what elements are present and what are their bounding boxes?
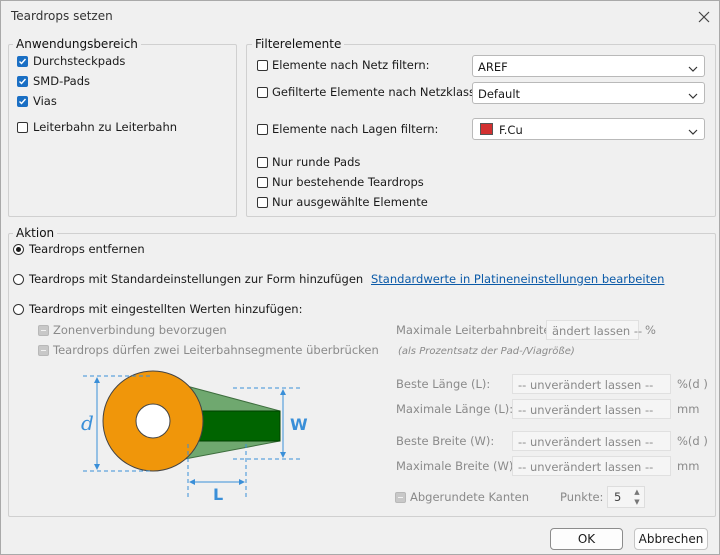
edit-board-defaults-link[interactable]: Standardwerte in Platineneinstellungen b…: [371, 272, 664, 286]
netclass-select-value: Default: [478, 87, 521, 101]
layer-select[interactable]: F.Cu: [472, 118, 705, 140]
scope-legend: Anwendungsbereich: [13, 37, 141, 51]
label-existing-teardrops: Nur bestehende Teardrops: [272, 175, 424, 189]
cancel-button[interactable]: Abbrechen: [634, 528, 708, 550]
action-legend: Aktion: [13, 226, 58, 240]
checkbox-filter-netclass[interactable]: [257, 87, 268, 98]
max-width-value: -- unverändert lassen --: [518, 460, 654, 474]
checkbox-vias[interactable]: [17, 96, 28, 107]
net-select[interactable]: AREF: [472, 55, 705, 77]
title-bar: Teardrops setzen: [1, 1, 719, 33]
checkbox-filter-layer[interactable]: [257, 124, 268, 135]
best-length-value: -- unverändert lassen --: [518, 378, 654, 392]
label-track-to-track: Leiterbahn zu Leiterbahn: [33, 120, 178, 134]
best-length-field[interactable]: -- unverändert lassen --: [512, 374, 671, 394]
chevron-up-icon[interactable]: ▲: [631, 488, 643, 497]
label-max-track-width: Maximale Leiterbahnbreite:: [396, 323, 555, 337]
checkbox-durchsteckpads[interactable]: [17, 56, 28, 67]
label-rounded-edges: Abgerundete Kanten: [410, 490, 530, 504]
unit-max-track-width: %: [645, 323, 656, 337]
label-add-custom: Teardrops mit eingestellten Werten hinzu…: [29, 302, 303, 316]
diagram-label-l: L: [213, 485, 224, 504]
checkbox-existing-teardrops[interactable]: [257, 177, 268, 188]
max-width-field[interactable]: -- unverändert lassen --: [512, 456, 671, 476]
max-track-width-field[interactable]: ändert lassen --: [546, 320, 643, 340]
radio-remove-teardrops[interactable]: [13, 244, 24, 255]
label-best-length: Beste Länge (L):: [396, 377, 491, 391]
checkbox-round-pads[interactable]: [257, 157, 268, 168]
checkbox-selected-items[interactable]: [257, 197, 268, 208]
ok-button[interactable]: OK: [550, 528, 623, 550]
window-title: Teardrops setzen: [11, 9, 113, 23]
label-filter-layer: Elemente nach Lagen filtern:: [272, 122, 439, 136]
label-two-segments: Teardrops dürfen zwei Leiterbahnsegmente…: [53, 343, 379, 357]
best-width-value: -- unverändert lassen --: [518, 435, 654, 449]
diagram-label-d: d: [81, 411, 94, 435]
radio-add-custom[interactable]: [13, 304, 24, 315]
checkbox-smd-pads[interactable]: [17, 76, 28, 87]
teardrop-diagram: [83, 370, 301, 498]
label-zone-pref: Zonenverbindung bevorzugen: [53, 323, 227, 337]
checkbox-rounded-edges[interactable]: [395, 492, 406, 503]
close-icon[interactable]: [694, 7, 714, 27]
label-points: Punkte:: [560, 490, 604, 504]
points-value: 5: [614, 490, 622, 504]
label-round-pads: Nur runde Pads: [272, 155, 361, 169]
checkbox-zone-pref[interactable]: [38, 325, 49, 336]
unit-best-length: %(d ): [677, 377, 708, 391]
label-max-width: Maximale Breite (W):: [396, 459, 518, 473]
filter-legend: Filterelemente: [252, 37, 345, 51]
label-selected-items: Nur ausgewählte Elemente: [272, 195, 428, 209]
diagram-label-w: W: [290, 415, 308, 434]
chevron-down-icon: [688, 125, 698, 139]
percent-note: (als Prozentsatz der Pad-/Viagröße): [398, 346, 575, 357]
label-durchsteckpads: Durchsteckpads: [33, 54, 126, 68]
teardrops-dialog: Teardrops setzen Anwendungsbereich Durch…: [0, 0, 720, 555]
label-max-length: Maximale Länge (L):: [396, 402, 514, 416]
best-width-field[interactable]: -- unverändert lassen --: [512, 431, 671, 451]
label-smd-pads: SMD-Pads: [33, 74, 90, 88]
chevron-down-icon: [688, 62, 698, 76]
unit-max-width: mm: [677, 459, 700, 473]
points-stepper[interactable]: 5 ▲ ▼: [607, 486, 645, 508]
label-best-width: Beste Breite (W):: [396, 434, 495, 448]
layer-select-value: F.Cu: [499, 123, 523, 137]
net-select-value: AREF: [478, 60, 508, 74]
label-vias: Vias: [33, 94, 57, 108]
unit-max-length: mm: [677, 402, 700, 416]
max-track-width-value: ändert lassen --: [552, 324, 643, 338]
chevron-down-icon[interactable]: ▼: [631, 498, 643, 507]
label-filter-netclass: Gefilterte Elemente nach Netzklasse:: [272, 85, 486, 99]
label-remove-teardrops: Teardrops entfernen: [29, 242, 145, 256]
chevron-down-icon: [688, 89, 698, 103]
radio-add-default[interactable]: [13, 274, 24, 285]
max-length-value: -- unverändert lassen --: [518, 403, 654, 417]
label-add-default: Teardrops mit Standardeinstellungen zur …: [29, 272, 364, 286]
checkbox-track-to-track[interactable]: [17, 122, 28, 133]
layer-color-swatch: [480, 123, 493, 135]
max-length-field[interactable]: -- unverändert lassen --: [512, 399, 671, 419]
checkbox-two-segments[interactable]: [38, 345, 49, 356]
unit-best-width: %(d ): [677, 434, 708, 448]
checkbox-filter-net[interactable]: [257, 60, 268, 71]
netclass-select[interactable]: Default: [472, 82, 705, 104]
label-filter-net: Elemente nach Netz filtern:: [272, 58, 430, 72]
